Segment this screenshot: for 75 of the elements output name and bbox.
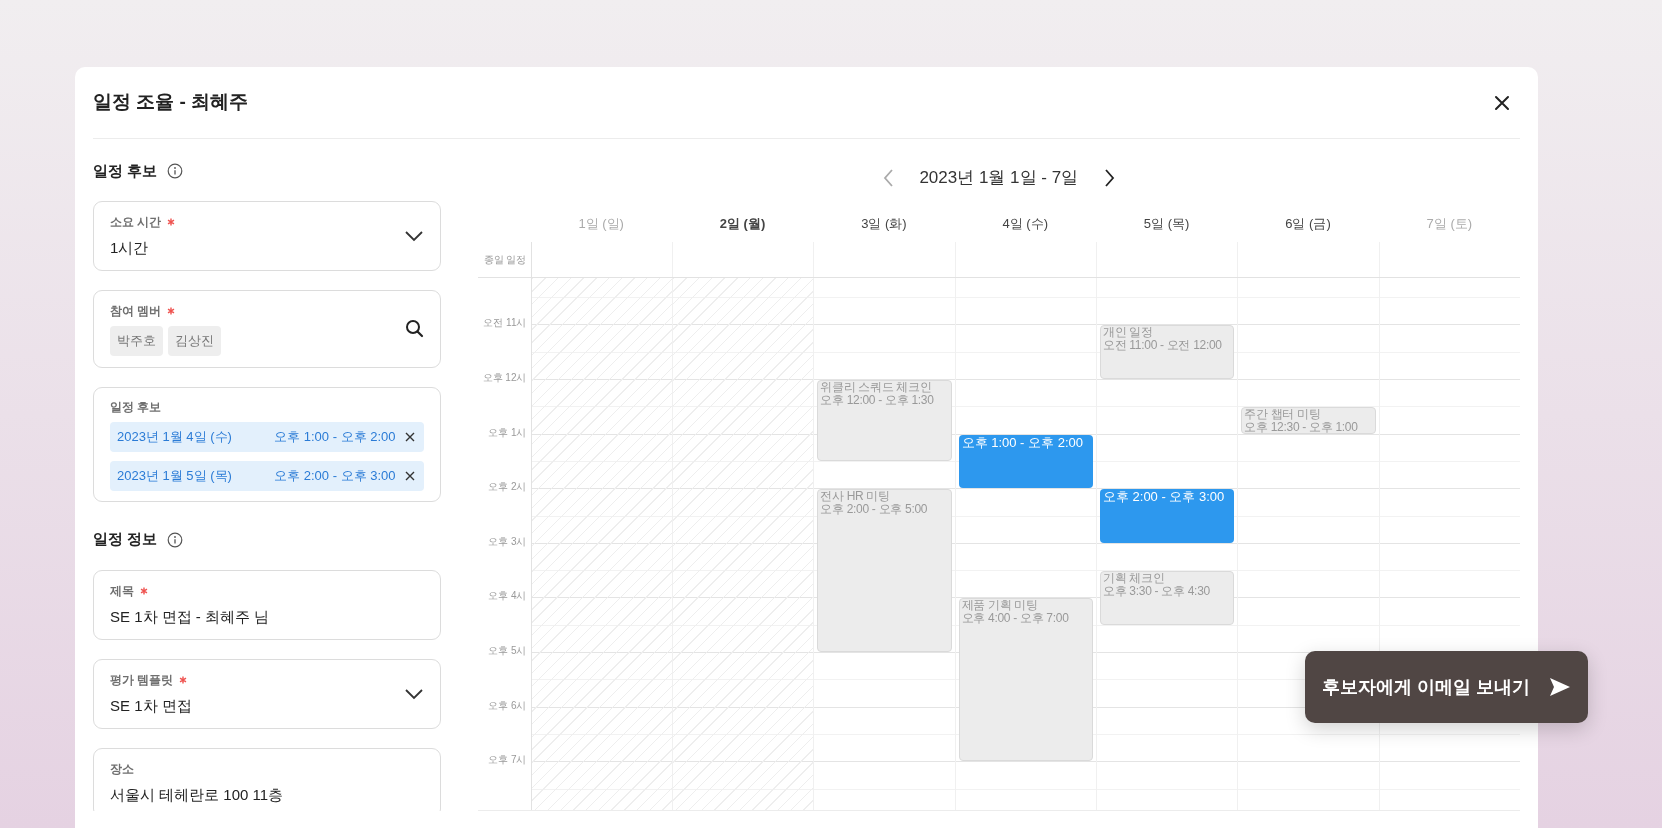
chevron-left-icon <box>882 169 894 187</box>
event-time: 오후 4:00 - 오후 7:00 <box>961 612 1070 626</box>
hour-label: 오전 11시 <box>483 317 527 330</box>
event-title: 제품 기획 미팅 <box>961 599 1039 613</box>
candidate-date: 2023년 1월 5일 (목) <box>117 466 232 485</box>
event-title: 주간 챕터 미팅 <box>1244 408 1322 422</box>
field-label: 장소 <box>110 760 134 778</box>
field-value: 1시간 <box>110 238 150 258</box>
event-time: 오후 12:30 - 오후 1:00 <box>1244 421 1359 435</box>
event-time: 오후 1:00 - 오후 2:00 <box>961 434 1084 451</box>
chevron-down-icon <box>403 687 424 700</box>
day-header: 6일 (금) <box>1285 215 1331 234</box>
required-icon <box>179 675 188 684</box>
field-label: 일정 후보 <box>110 398 162 416</box>
day-header: 1일 (일) <box>578 215 624 234</box>
event-time: 오전 11:00 - 오전 12:00 <box>1102 339 1223 353</box>
form-field[interactable]: 제목 SE 1차 면접 - 최혜주 님 <box>93 569 441 640</box>
info-icon <box>167 163 184 179</box>
remove-button[interactable] <box>403 430 416 443</box>
hour-label: 오후 6시 <box>488 699 527 712</box>
event-time: 오후 2:00 - 오후 5:00 <box>820 503 929 517</box>
member-chip: 박주호 <box>110 326 163 356</box>
day-header: 4일 (수) <box>1002 215 1048 234</box>
send-icon <box>1548 677 1571 697</box>
hour-label: 오후 7시 <box>488 754 527 767</box>
candidate-date: 2023년 1월 4일 (수) <box>117 427 232 446</box>
day-header: 5일 (목) <box>1143 215 1190 234</box>
hour-label: 오후 3시 <box>488 535 527 548</box>
field-value: SE 1차 면접 - 최혜주 님 <box>110 606 271 627</box>
chevron-right-icon <box>1103 169 1115 187</box>
dialog-title: 일정 조율 - 최혜주 <box>93 90 249 115</box>
required-icon <box>167 307 176 315</box>
close-icon <box>404 470 415 481</box>
close-icon <box>404 431 415 442</box>
field-label: 소요 시간 <box>110 214 162 231</box>
event-title: 기획 체크인 <box>1102 572 1166 586</box>
event-time: 오후 2:00 - 오후 3:00 <box>1102 489 1226 506</box>
field-label: 평가 템플릿 <box>110 671 174 689</box>
event-time: 오후 12:00 - 오후 1:30 <box>820 394 935 407</box>
hour-label: 오후 12시 <box>482 372 527 384</box>
day-header: 3일 (화) <box>861 215 907 234</box>
required-icon <box>167 218 176 226</box>
field-label: 제목 <box>110 582 134 600</box>
hour-label: 오후 1시 <box>488 426 527 439</box>
form-field[interactable]: 일정 후보 2023년 1월 4일 (수) 오후 1:00 - 오후 2:00 2023년 1월 5일 (목) 오후 2:00 - 오후 3:00 <box>93 386 441 502</box>
member-chip: 김상진 <box>168 326 221 356</box>
send-email-button[interactable]: 후보자에게 이메일 보내기 <box>1305 651 1588 723</box>
all-day-label: 종일 일정 <box>483 253 527 267</box>
day-header: 2일 (월) <box>719 215 766 234</box>
form-field[interactable]: 장소 서울시 테헤란로 100 11층 <box>93 747 441 811</box>
search-icon <box>404 319 424 339</box>
candidate-time: 오후 2:00 - 오후 3:00 <box>274 466 396 485</box>
week-range: 2023년 1월 1일 - 7일 <box>918 167 1080 190</box>
event-title: 전사 HR 미팅 <box>820 490 891 504</box>
event-title: 위클리 스쿼드 체크인 <box>820 381 933 394</box>
event-title: 개인 일정 <box>1102 326 1154 340</box>
required-icon <box>140 586 148 595</box>
form-field[interactable]: 평가 템플릿 SE 1차 면접 <box>93 658 441 729</box>
form-field[interactable]: 참여 멤버 박주호 김상진 <box>93 290 441 368</box>
close-icon <box>1494 94 1510 111</box>
remove-button[interactable] <box>403 469 416 482</box>
info-icon <box>167 531 184 548</box>
field-value: SE 1차 면접 <box>110 695 193 716</box>
event-time: 오후 3:30 - 오후 4:30 <box>1102 585 1211 599</box>
form-field[interactable]: 소요 시간 1시간 <box>93 201 441 271</box>
hour-label: 오후 5시 <box>488 645 527 657</box>
section-title: 일정 후보 <box>93 160 158 181</box>
candidate-time: 오후 1:00 - 오후 2:00 <box>274 427 396 446</box>
day-header: 7일 (토) <box>1426 215 1473 234</box>
chevron-down-icon <box>403 230 424 242</box>
hour-label: 오후 4시 <box>488 590 527 603</box>
section-title: 일정 정보 <box>93 529 158 550</box>
hour-label: 오후 2시 <box>488 481 527 494</box>
field-value: 서울시 테헤란로 100 11층 <box>110 784 285 805</box>
field-label: 참여 멤버 <box>110 303 162 320</box>
